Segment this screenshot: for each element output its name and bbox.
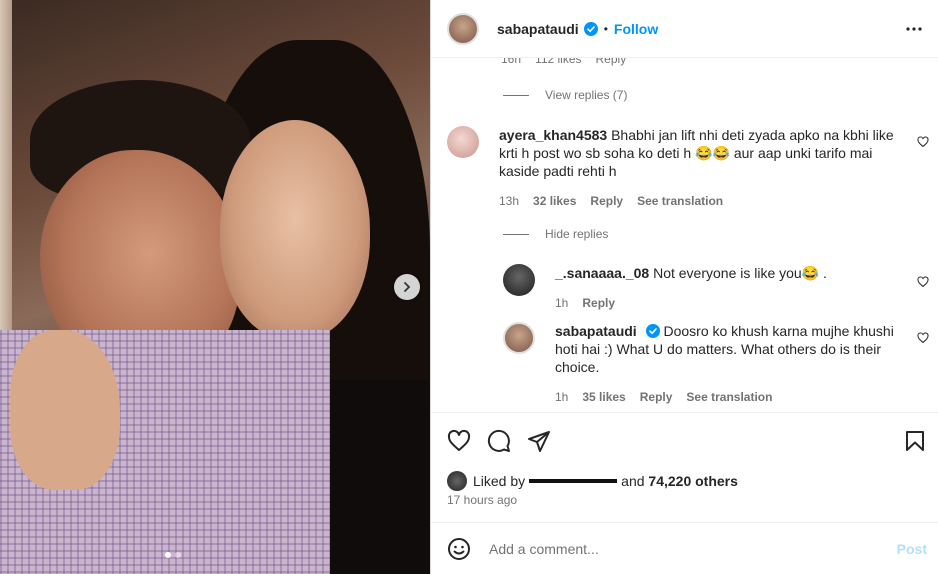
post-comment-button[interactable]: Post bbox=[897, 541, 927, 557]
reply-item: sabapataudi Doosro ko khush karna mujhe … bbox=[503, 322, 907, 406]
previous-comment-reply[interactable]: Reply bbox=[596, 58, 627, 66]
carousel-dot bbox=[175, 552, 181, 558]
carousel-next-button[interactable] bbox=[394, 274, 420, 300]
redacted-username bbox=[529, 479, 618, 483]
carousel-dot bbox=[165, 552, 171, 558]
comment-composer: Add a comment... Post bbox=[431, 522, 938, 574]
chevron-right-icon bbox=[404, 282, 411, 292]
see-translation-button[interactable]: See translation bbox=[637, 192, 723, 210]
commenter-username[interactable]: _.sanaaaa._08 bbox=[555, 265, 649, 281]
comment-like-heart-icon[interactable] bbox=[917, 332, 929, 344]
liker-avatar[interactable] bbox=[447, 471, 467, 491]
comment-meta: 1h 35 likes Reply See translation bbox=[555, 388, 899, 406]
comment-time[interactable]: 1h bbox=[555, 388, 568, 406]
post-time-ago[interactable]: 17 hours ago bbox=[447, 493, 517, 507]
comment-meta: 13h 32 likes Reply See translation bbox=[499, 192, 907, 210]
comment-like-heart-icon[interactable] bbox=[917, 136, 929, 148]
see-translation-button[interactable]: See translation bbox=[686, 388, 772, 406]
post-side-panel: sabapataudi • Follow 16h 112 likes Reply… bbox=[430, 0, 938, 574]
commenter-avatar[interactable] bbox=[503, 264, 535, 296]
replies-line bbox=[503, 94, 529, 96]
reply-item: _.sanaaaa._08 Not everyone is like you😂 … bbox=[503, 264, 903, 312]
comment-meta: 1h Reply bbox=[555, 294, 903, 312]
instagram-post-view: sabapataudi • Follow 16h 112 likes Reply… bbox=[0, 0, 938, 574]
comment-icon[interactable] bbox=[487, 429, 511, 453]
liked-by-and: and bbox=[621, 473, 645, 489]
comment-likes[interactable]: 32 likes bbox=[533, 192, 576, 210]
header-separator: • bbox=[603, 21, 608, 36]
comment-reply-button[interactable]: Reply bbox=[582, 294, 615, 312]
hide-replies-label: Hide replies bbox=[545, 227, 609, 241]
commenter-avatar[interactable] bbox=[447, 126, 479, 158]
share-icon[interactable] bbox=[527, 429, 551, 453]
comment-time[interactable]: 1h bbox=[555, 294, 568, 312]
comment-time[interactable]: 13h bbox=[499, 192, 519, 210]
previous-comment-time: 16h bbox=[501, 58, 522, 66]
emoji-icon[interactable] bbox=[447, 537, 471, 561]
comment-item: ayera_khan4583 Bhabhi jan lift nhi deti … bbox=[447, 126, 907, 210]
carousel-dots bbox=[165, 552, 181, 558]
comment-text: Not everyone is like you😂 . bbox=[653, 265, 827, 281]
previous-comment-meta: 16h 112 likes Reply bbox=[501, 58, 626, 66]
previous-comment-likes[interactable]: 112 likes bbox=[535, 58, 581, 66]
commenter-username[interactable]: ayera_khan4583 bbox=[499, 127, 607, 143]
comment-likes[interactable]: 35 likes bbox=[582, 388, 625, 406]
liked-by-prefix: Liked by bbox=[473, 473, 526, 489]
likes-count[interactable]: 74,220 others bbox=[648, 473, 738, 489]
liked-by-summary: Liked by and 74,220 others bbox=[447, 471, 738, 491]
comments-list[interactable]: 16h 112 likes Reply View replies (7) aye… bbox=[431, 58, 938, 412]
view-replies-label: View replies (7) bbox=[545, 88, 628, 102]
commenter-avatar[interactable] bbox=[503, 322, 535, 354]
bookmark-icon[interactable] bbox=[903, 429, 927, 453]
photo-woman-face bbox=[220, 120, 370, 340]
commenter-username[interactable]: sabapataudi bbox=[555, 323, 637, 339]
comment-input[interactable]: Add a comment... bbox=[489, 541, 869, 557]
comment-reply-button[interactable]: Reply bbox=[590, 192, 623, 210]
author-username[interactable]: sabapataudi bbox=[497, 21, 579, 37]
comment-reply-button[interactable]: Reply bbox=[640, 388, 673, 406]
hide-replies-button[interactable]: Hide replies bbox=[503, 227, 608, 241]
action-icons bbox=[447, 429, 551, 453]
replies-line bbox=[503, 233, 529, 235]
post-actions: Liked by and 74,220 others 17 hours ago bbox=[431, 412, 938, 526]
verified-icon bbox=[645, 324, 660, 338]
follow-button[interactable]: Follow bbox=[614, 21, 658, 37]
view-replies-button[interactable]: View replies (7) bbox=[503, 88, 627, 102]
post-photo[interactable] bbox=[0, 0, 430, 574]
verified-icon bbox=[583, 21, 598, 36]
heart-icon[interactable] bbox=[447, 429, 471, 453]
author-avatar[interactable] bbox=[447, 12, 479, 45]
post-header: sabapataudi • Follow bbox=[431, 0, 938, 58]
more-icon[interactable] bbox=[905, 20, 923, 38]
photo-arm bbox=[10, 330, 120, 490]
comment-like-heart-icon[interactable] bbox=[917, 276, 929, 288]
